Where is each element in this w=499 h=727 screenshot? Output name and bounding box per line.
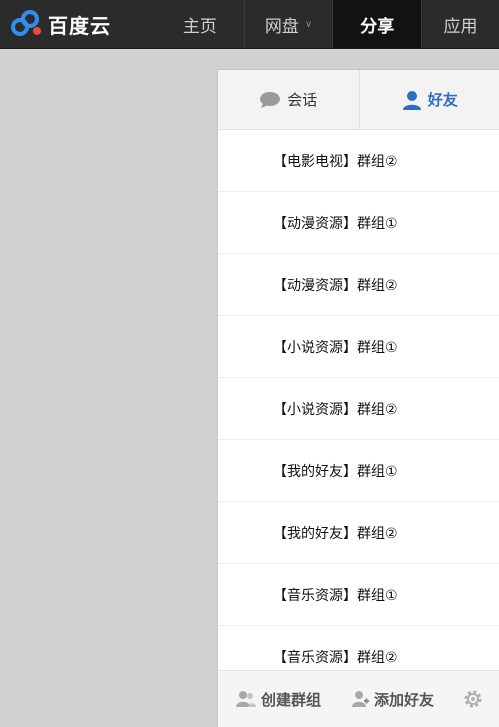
tab-friends-label: 好友 xyxy=(428,89,458,110)
nav-netdisk[interactable]: 网盘 ∨ xyxy=(244,0,333,48)
baidu-cloud-logo[interactable]: 百度云 xyxy=(0,0,156,48)
add-user-icon xyxy=(351,690,369,708)
group-name: 【我的好友】群组① xyxy=(273,461,398,481)
group-item[interactable]: 【动漫资源】群组② xyxy=(218,254,499,316)
top-navigation-bar: 百度云 主页 网盘 ∨ 分享 应用 xyxy=(0,0,499,49)
create-group-label: 创建群组 xyxy=(261,689,321,710)
group-item[interactable]: 【我的好友】群组② xyxy=(218,502,499,564)
nav-home[interactable]: 主页 xyxy=(156,0,244,48)
chevron-down-icon: ∨ xyxy=(305,19,312,30)
nav-netdisk-label: 网盘 xyxy=(265,12,299,37)
tab-conversations-label: 会话 xyxy=(287,89,317,110)
group-name: 【小说资源】群组② xyxy=(273,399,398,419)
group-name: 【动漫资源】群组② xyxy=(273,275,398,295)
group-item[interactable]: 【小说资源】群组① xyxy=(218,316,499,378)
group-name: 【音乐资源】群组① xyxy=(273,585,398,605)
add-friend-button[interactable]: 添加好友 xyxy=(351,689,434,710)
chat-bubble-icon xyxy=(259,91,281,109)
create-group-button[interactable]: 创建群组 xyxy=(236,689,321,710)
nav-share-label: 分享 xyxy=(360,12,394,37)
logo-text: 百度云 xyxy=(48,10,111,39)
user-icon xyxy=(402,90,422,110)
group-name: 【小说资源】群组① xyxy=(273,337,398,357)
add-friend-label: 添加好友 xyxy=(374,689,434,710)
group-item[interactable]: 【音乐资源】群组① xyxy=(218,564,499,626)
group-item[interactable]: 【我的好友】群组① xyxy=(218,440,499,502)
panel-footer: 创建群组 添加好友 xyxy=(218,670,499,727)
group-item[interactable]: 【电影电视】群组② xyxy=(218,130,499,192)
tab-friends[interactable]: 好友 xyxy=(359,70,499,129)
group-list: 【电影电视】群组② 【动漫资源】群组① 【动漫资源】群组② 【小说资源】群组① … xyxy=(218,130,499,688)
friends-panel: 会话 好友 【电影电视】群组② 【动漫资源】群组① 【动漫资源】群组② 【小说资… xyxy=(217,69,499,727)
group-item[interactable]: 【动漫资源】群组① xyxy=(218,192,499,254)
panel-tabs: 会话 好友 xyxy=(218,70,499,130)
group-users-icon xyxy=(236,690,256,708)
nav-share[interactable]: 分享 xyxy=(332,0,421,48)
group-name: 【音乐资源】群组② xyxy=(273,647,398,667)
group-name: 【我的好友】群组② xyxy=(273,523,398,543)
cloud-logo-icon xyxy=(10,9,44,39)
group-name: 【电影电视】群组② xyxy=(273,151,398,171)
tab-conversations[interactable]: 会话 xyxy=(218,70,359,129)
group-name: 【动漫资源】群组① xyxy=(273,213,398,233)
nav-apps-label: 应用 xyxy=(444,12,478,37)
gear-icon[interactable] xyxy=(462,688,484,710)
group-item[interactable]: 【小说资源】群组② xyxy=(218,378,499,440)
nav-home-label: 主页 xyxy=(183,12,217,37)
nav-apps[interactable]: 应用 xyxy=(421,0,499,48)
